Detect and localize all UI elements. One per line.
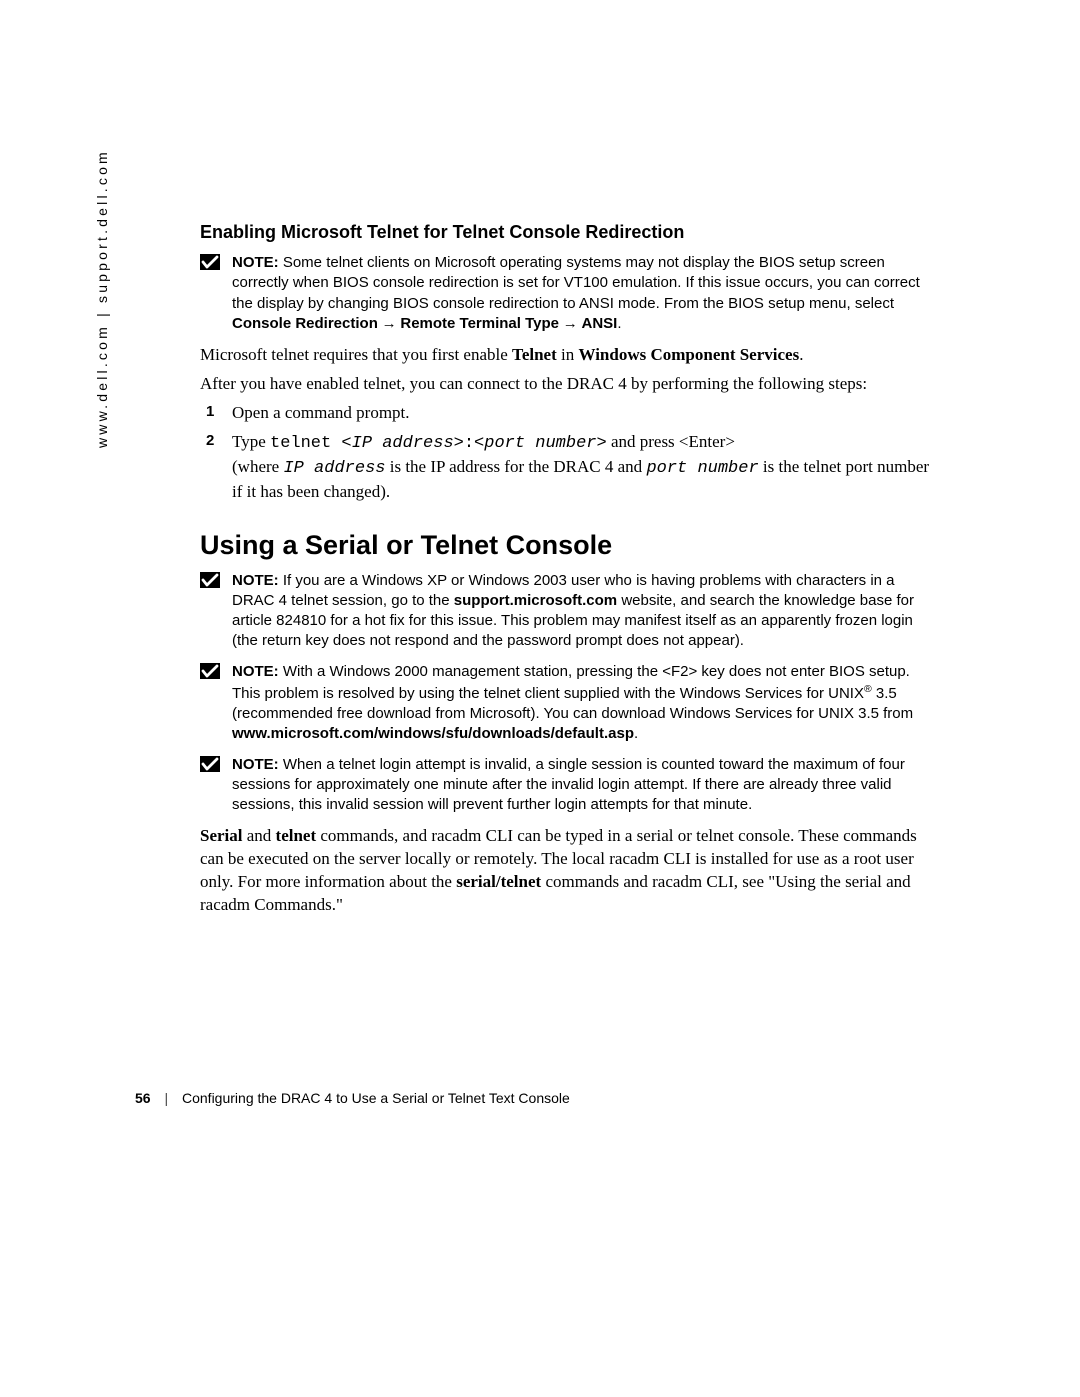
code-param: port number [646, 459, 758, 478]
note-text: When a telnet login attempt is invalid, … [232, 756, 905, 814]
code-param: IP address [283, 459, 385, 478]
list-item: 2 Type telnet <IP address>:<port number>… [200, 431, 940, 504]
text-run: is the IP address for the DRAC 4 and [385, 457, 646, 476]
note-block: NOTE: With a Windows 2000 management sta… [200, 662, 940, 745]
serial-bold: Serial [200, 826, 243, 845]
footer-title: Configuring the DRAC 4 to Use a Serial o… [182, 1090, 570, 1106]
text-run: (where [232, 457, 283, 476]
note-icon [200, 572, 220, 588]
serial-telnet-bold: serial/telnet [456, 872, 541, 891]
code-param: port number [484, 434, 596, 453]
code-param: IP address [352, 434, 454, 453]
code-text: telnet < [270, 434, 352, 453]
document-page: www.dell.com | support.dell.com Enabling… [0, 0, 1080, 1397]
page-footer: 56 | Configuring the DRAC 4 to Use a Ser… [135, 1090, 955, 1106]
note-label: NOTE: [232, 756, 279, 773]
note-text: . [634, 725, 638, 742]
footer-separator: | [164, 1090, 168, 1106]
list-item: 1 Open a command prompt. [200, 402, 940, 425]
component-services-bold: Windows Component Services [579, 345, 800, 364]
body-paragraph: After you have enabled telnet, you can c… [200, 373, 940, 396]
list-number: 1 [206, 402, 214, 422]
body-paragraph: Microsoft telnet requires that you first… [200, 344, 940, 367]
text-run: and press <Enter> [607, 432, 735, 451]
list-text: Type telnet <IP address>:<port number> a… [232, 432, 929, 501]
telnet-bold: Telnet [512, 345, 557, 364]
arrow-icon: → [559, 316, 582, 332]
link-text: www.microsoft.com/windows/sfu/downloads/… [232, 725, 634, 742]
sidebar-url: www.dell.com | support.dell.com [94, 149, 110, 448]
registered-symbol: ® [864, 683, 872, 695]
section1-heading: Enabling Microsoft Telnet for Telnet Con… [200, 222, 940, 243]
arrow-icon: → [378, 316, 401, 332]
text-run: and [243, 826, 276, 845]
link-text: support.microsoft.com [454, 592, 617, 609]
body-paragraph: Serial and telnet commands, and racadm C… [200, 825, 940, 917]
code-text: > [596, 434, 606, 453]
page-number: 56 [135, 1090, 151, 1106]
list-text: Open a command prompt. [232, 403, 410, 422]
bios-path-2: Remote Terminal Type [400, 315, 559, 332]
note-icon [200, 663, 220, 679]
note-text: With a Windows 2000 management station, … [232, 663, 910, 702]
list-number: 2 [206, 431, 214, 451]
text-run: Microsoft telnet requires that you first… [200, 345, 512, 364]
note-label: NOTE: [232, 663, 279, 680]
note-label: NOTE: [232, 254, 279, 271]
section2-heading: Using a Serial or Telnet Console [200, 530, 940, 561]
code-text: >:< [454, 434, 485, 453]
text-run: in [557, 345, 579, 364]
note-block: NOTE: When a telnet login attempt is inv… [200, 755, 940, 816]
note-icon [200, 254, 220, 270]
telnet-bold: telnet [276, 826, 317, 845]
text-run: . [799, 345, 803, 364]
note-block: NOTE: If you are a Windows XP or Windows… [200, 571, 940, 652]
period: . [617, 315, 621, 332]
page-content: Enabling Microsoft Telnet for Telnet Con… [200, 222, 940, 923]
bios-path-3: ANSI [582, 315, 618, 332]
note-block: NOTE: Some telnet clients on Microsoft o… [200, 253, 940, 334]
bios-path-1: Console Redirection [232, 315, 378, 332]
text-run: Type [232, 432, 270, 451]
note-icon [200, 756, 220, 772]
note-text: Some telnet clients on Microsoft operati… [232, 254, 920, 312]
note-label: NOTE: [232, 572, 279, 589]
steps-list: 1 Open a command prompt. 2 Type telnet <… [200, 402, 940, 504]
